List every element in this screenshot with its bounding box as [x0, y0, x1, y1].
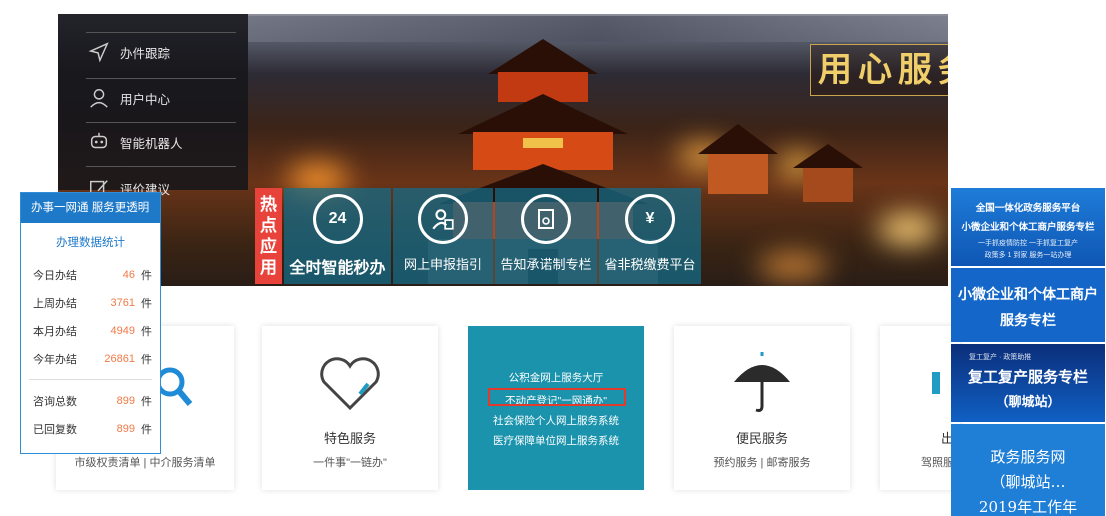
nav-item-label: 用户中心	[120, 92, 171, 107]
user-guide-icon	[418, 194, 468, 244]
hot-tile-label: 网上申报指引	[403, 257, 482, 272]
nav-item-tracking[interactable]: 办件跟踪	[88, 30, 170, 74]
card-subtitle: 一件事"一链办"	[313, 457, 387, 469]
stat-value: 46	[122, 269, 135, 281]
stat-value: 4949	[110, 325, 135, 337]
hot-tile-filing-guide[interactable]: 网上申报指引	[393, 188, 493, 284]
card-subtitle: 驾照服	[921, 457, 954, 469]
card-subtitle: 预约服务 | 邮寄服务	[713, 457, 811, 469]
banner-slogan: 用心服务	[810, 44, 948, 96]
highlight-box	[488, 388, 626, 406]
ad-work-resumption[interactable]: 复工复产 · 政策助推 复工复产服务专栏 （聊城站）	[951, 344, 1105, 422]
hot-tile-label: 省非税缴费平台	[604, 257, 696, 272]
card-title: 便民服务	[735, 431, 788, 446]
robot-icon	[90, 132, 108, 149]
hot-tile-tax-payment[interactable]: ¥ 省非税缴费平台	[599, 188, 701, 284]
stat-label: 今年办结	[33, 354, 77, 366]
card-convenience-services[interactable]: 便民服务 预约服务 | 邮寄服务	[674, 326, 850, 490]
ad-line: 政策多 1 到家 服务一站办理	[984, 252, 1072, 259]
ad-annual-report[interactable]: 政务服务网 （聊城站… 2019年工作年	[951, 424, 1105, 516]
ad-line: 复工复产服务专栏	[967, 369, 1088, 386]
stats-header: 办事一网通 服务更透明	[21, 193, 160, 223]
send-icon	[88, 42, 109, 63]
stat-unit: 件	[141, 326, 152, 338]
nav-item-label: 智能机器人	[120, 136, 183, 151]
online-hall-link[interactable]: 社会保险个人网上服务系统	[468, 413, 644, 428]
stat-row: 上周办结 3761 件	[33, 293, 154, 313]
card-special-services[interactable]: 特色服务 一件事"一链办"	[262, 326, 438, 490]
stat-label: 上周办结	[33, 298, 77, 310]
hot-tile-commitment[interactable]: 告知承诺制专栏	[495, 188, 597, 284]
online-hall-link[interactable]: 公积金网上服务大厅	[468, 370, 644, 385]
ad-small-business[interactable]: 小微企业和个体工商户 服务专栏	[951, 268, 1105, 342]
ad-line: 复工复产 · 政策助推	[969, 354, 1032, 361]
stat-value: 899	[116, 395, 135, 407]
stat-value: 26861	[104, 353, 135, 365]
card-title: 出	[940, 431, 954, 446]
stat-unit: 件	[141, 298, 152, 310]
card-icon-fragment	[932, 372, 940, 394]
card-title: 特色服务	[323, 431, 376, 446]
ad-line: （聊城站…	[990, 473, 1066, 491]
stat-label: 今日办结	[33, 270, 77, 282]
ad-line: 2019年工作年	[978, 498, 1078, 516]
card-online-halls[interactable]: 公积金网上服务大厅 不动产登记"一网通办" 社会保险个人网上服务系统 医疗保障单…	[468, 326, 644, 490]
pavilion-illustration	[698, 124, 863, 202]
ad-line: 服务专栏	[1000, 312, 1056, 328]
hot-tile-smart-processing[interactable]: 24 全时智能秒办	[284, 188, 391, 284]
stats-divider	[29, 379, 152, 380]
clock-24-icon: 24	[312, 194, 363, 244]
hot-tile-label: 告知承诺制专栏	[500, 257, 592, 272]
stat-row: 今日办结 46 件	[33, 265, 154, 285]
side-nav: 办件跟踪 用户中心 智能机器人 评价建议	[58, 14, 248, 197]
ad-line: 小微企业和个体工商户服务专栏	[961, 222, 1095, 233]
hot-apps-tag: 热点应用	[255, 188, 282, 284]
heart-icon	[320, 357, 380, 411]
stat-unit: 件	[141, 424, 152, 436]
stats-subtitle: 办理数据统计	[56, 237, 125, 249]
nav-item-user-center[interactable]: 用户中心	[88, 76, 170, 120]
stat-row: 今年办结 26861 件	[33, 349, 154, 369]
ad-line: 全国一体化政务服务平台	[975, 203, 1081, 214]
stat-value: 3761	[110, 297, 135, 309]
user-icon	[90, 89, 108, 108]
card-partial[interactable]: 出 驾照服	[880, 326, 960, 490]
stat-value: 899	[116, 423, 135, 435]
nav-item-label: 办件跟踪	[120, 46, 171, 61]
stat-label: 本月办结	[33, 326, 77, 338]
umbrella-icon	[734, 352, 790, 412]
nav-item-robot[interactable]: 智能机器人	[88, 120, 183, 164]
hot-tile-label: 全时智能秒办	[289, 260, 386, 277]
online-hall-link[interactable]: 医疗保障单位网上服务系统	[468, 433, 644, 448]
card-subtitle: 市级权责清单 | 中介服务清单	[74, 457, 216, 469]
money-bag-icon: ¥	[625, 194, 675, 244]
ad-line: （聊城站）	[995, 394, 1061, 409]
ad-national-platform[interactable]: 全国一体化政务服务平台 小微企业和个体工商户服务专栏 一手抓疫情防控 一手抓复工…	[951, 188, 1105, 266]
stat-row: 本月办结 4949 件	[33, 321, 154, 341]
ad-line: 政务服务网	[990, 448, 1066, 466]
stat-row: 咨询总数 899 件	[33, 391, 154, 411]
stat-unit: 件	[141, 396, 152, 408]
stat-unit: 件	[141, 354, 152, 366]
stat-label: 已回复数	[33, 424, 77, 436]
stat-label: 咨询总数	[33, 396, 77, 408]
ad-line: 小微企业和个体工商户	[958, 286, 1098, 302]
document-seal-icon	[521, 194, 571, 244]
ad-line: 一手抓疫情防控 一手抓复工复产	[978, 240, 1078, 247]
stat-row: 已回复数 899 件	[33, 419, 154, 439]
stats-panel: 办事一网通 服务更透明 办理数据统计 今日办结 46 件 上周办结 3761 件…	[20, 192, 161, 454]
stat-unit: 件	[141, 270, 152, 282]
